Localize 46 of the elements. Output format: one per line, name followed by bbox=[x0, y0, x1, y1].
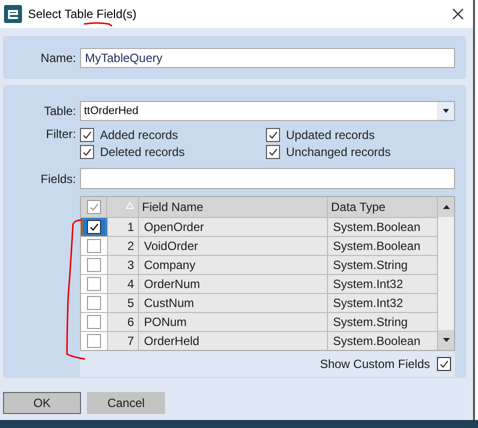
checkbox[interactable] bbox=[266, 144, 280, 158]
scrollbar[interactable] bbox=[437, 197, 454, 350]
checkbox[interactable] bbox=[86, 200, 100, 214]
checkbox[interactable] bbox=[87, 239, 101, 253]
checkbox[interactable] bbox=[87, 315, 101, 329]
checkbox[interactable] bbox=[80, 144, 94, 158]
caret-icon bbox=[442, 109, 448, 113]
name-field[interactable]: MyTableQuery bbox=[80, 48, 455, 68]
checkbox-label: Added records bbox=[100, 126, 178, 144]
close-icon[interactable] bbox=[452, 8, 464, 20]
annotation-underline bbox=[84, 22, 112, 27]
table-cell-text: System.Int32 bbox=[332, 276, 404, 293]
checkbox-label: Show Custom Fields bbox=[320, 356, 430, 373]
column-header[interactable]: Data Type bbox=[328, 197, 437, 217]
checkbox[interactable] bbox=[437, 357, 451, 371]
checkbox[interactable] bbox=[87, 277, 101, 291]
table-cell-text: System.String bbox=[332, 257, 409, 274]
table-cell: OrderHeld bbox=[139, 332, 328, 350]
sort-icon[interactable] bbox=[126, 202, 134, 208]
table-cell-text: System.Boolean bbox=[332, 333, 422, 350]
checkbox[interactable] bbox=[87, 220, 101, 234]
field-label: Fields: bbox=[40, 170, 76, 188]
table-cell-text: System.Boolean bbox=[332, 219, 422, 236]
checkbox-label: Deleted records bbox=[100, 144, 185, 160]
field-label: Filter: bbox=[45, 126, 76, 143]
fields-input[interactable] bbox=[80, 168, 455, 189]
cancel-button[interactable]: Cancel bbox=[87, 392, 165, 414]
checkbox[interactable] bbox=[266, 128, 280, 142]
app-logo-icon bbox=[4, 5, 22, 23]
window-title: Select Table Field(s) bbox=[28, 8, 136, 20]
checkbox[interactable] bbox=[87, 258, 101, 272]
row-number: 7 bbox=[107, 332, 139, 350]
checkbox[interactable] bbox=[87, 334, 101, 348]
scroll-up-icon[interactable] bbox=[442, 205, 450, 209]
table-dropdown[interactable]: ttOrderHed bbox=[80, 101, 455, 121]
table-cell-text: System.Boolean bbox=[332, 238, 422, 255]
table-cell-text: System.Int32 bbox=[332, 295, 404, 312]
scroll-down-icon[interactable] bbox=[442, 338, 450, 342]
checkbox[interactable] bbox=[80, 128, 94, 142]
field-label: Table: bbox=[42, 103, 76, 120]
checkbox-label: Updated records bbox=[286, 126, 375, 144]
field-label: Name: bbox=[40, 50, 76, 66]
checkbox[interactable] bbox=[87, 296, 101, 310]
table-cell-text: System.String bbox=[332, 314, 409, 331]
checkbox-label: Unchanged records bbox=[286, 144, 391, 160]
ok-button[interactable]: OK bbox=[3, 392, 81, 414]
